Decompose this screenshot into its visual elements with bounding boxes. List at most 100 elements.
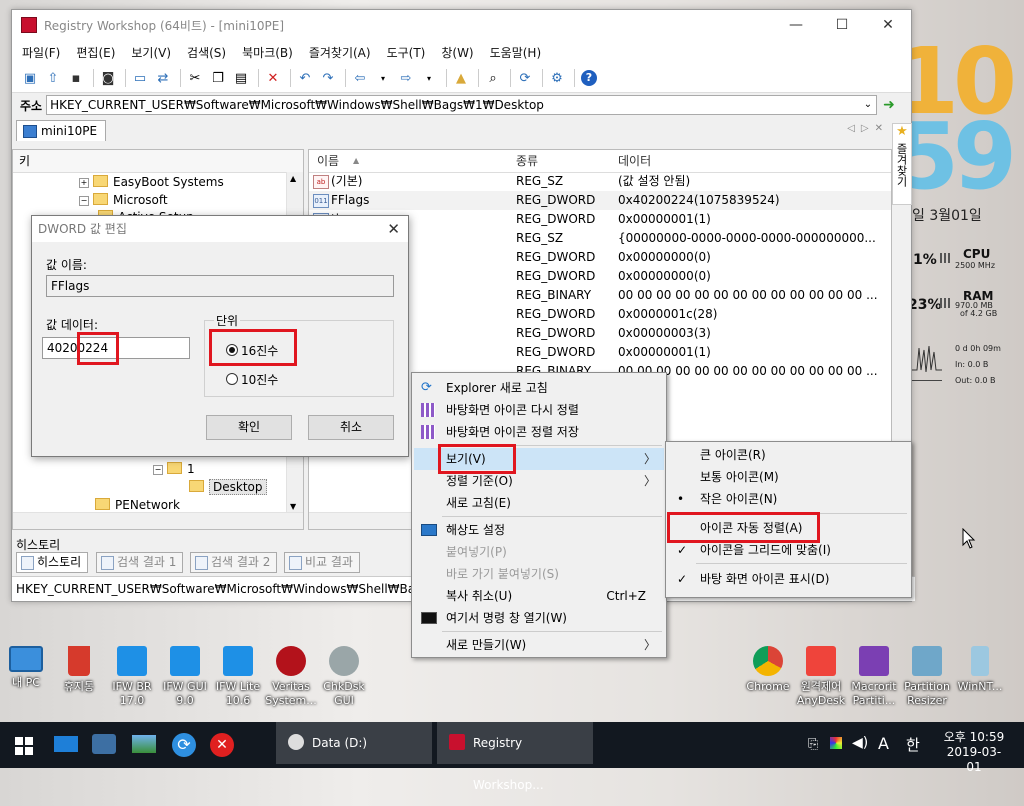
camera-icon[interactable]: ◙ [98,68,118,88]
menu-file[interactable]: 파일(F) [22,44,60,61]
volume-icon[interactable]: ◀) [852,735,868,751]
color-icon[interactable] [830,737,842,749]
menu-item-save-icon-layout[interactable]: 바탕화면 아이콘 정렬 저장 [414,421,664,443]
task-data-drive[interactable]: Data (D:) [276,722,432,764]
mouse-cursor-icon [962,527,976,553]
tree-item[interactable]: − Microsoft [79,191,168,209]
forward-dropdown-icon[interactable]: ▾ [419,68,439,88]
tab-search-result-2[interactable]: 검색 결과 2 [190,552,278,573]
up-folder-icon[interactable]: ▲ [451,68,471,88]
undo-icon[interactable]: ↶ [295,68,315,88]
menu-help[interactable]: 도움말(H) [490,44,542,61]
connect-icon[interactable]: ▣ [20,68,40,88]
menu-view[interactable]: 보기(V) [131,44,171,61]
menu-item-sort-by[interactable]: 정렬 기준(O) 〉 [414,470,664,492]
taskbar-sync-icon[interactable]: ⟳ [168,722,200,768]
taskbar-photos-icon[interactable] [128,722,160,768]
tab-history[interactable]: 히스토리 [16,552,89,573]
task-registry-workshop[interactable]: Registry Workshop... [437,722,593,792]
forward-icon[interactable]: ⇨ [396,68,416,88]
remote-icon[interactable]: ⇄ [153,68,173,88]
dialog-title[interactable]: DWORD 값 편집 [32,216,408,242]
title-bar[interactable]: Registry Workshop (64비트) - [mini10PE] — … [12,10,911,40]
favorites-sidebar[interactable]: ★ 즐겨찾기 [892,123,912,205]
import-icon[interactable]: ⇧ [43,68,63,88]
ime-mode[interactable]: A [878,734,889,753]
ok-button[interactable]: 확인 [206,415,292,440]
expand-icon[interactable]: + [79,178,89,188]
tree-item-selected[interactable]: Desktop [189,478,267,496]
scroll-down-icon[interactable]: ▼ [290,502,296,511]
menu-tools[interactable]: 도구(T) [387,44,426,61]
menu-edit[interactable]: 편집(E) [76,44,115,61]
column-name[interactable]: 이름 [317,150,339,172]
taskbar-clock[interactable]: 오후 10:59 2019-03-01 [942,730,1006,775]
tree-item[interactable]: + EasyBoot Systems [79,173,224,191]
tab-compare-result[interactable]: 비교 결과 [284,552,360,573]
copy-icon[interactable]: ❐ [208,68,228,88]
redo-icon[interactable]: ↷ [318,68,338,88]
radio-unchecked-icon[interactable] [226,373,238,385]
delete-icon[interactable]: ✕ [263,68,283,88]
help-icon[interactable]: ? [579,68,599,88]
menu-item-paste-shortcut[interactable]: 바로 가기 붙여넣기(S) [414,563,664,585]
close-button[interactable]: ✕ [865,10,911,40]
menu-item-undo-copy[interactable]: 복사 취소(U) Ctrl+Z [414,585,664,607]
value-type: REG_DWORD [516,193,596,207]
submenu-item-small-icons[interactable]: • 작은 아이콘(N) [668,488,909,510]
maximize-button[interactable]: ☐ [819,10,865,40]
menu-item-explorer-refresh[interactable]: ⟳ Explorer 새로 고침 [414,377,664,399]
submenu-item-medium-icons[interactable]: 보통 아이콘(M) [668,466,909,488]
settings-icon[interactable]: ⚙ [547,68,567,88]
save-icon[interactable]: ▪ [66,68,86,88]
go-icon[interactable]: ➜ [883,97,895,113]
dialog-close-icon[interactable]: ✕ [387,220,400,238]
submenu-item-show-desktop-icons[interactable]: ✓ 바탕 화면 아이콘 표시(D) [668,568,909,590]
tree-item[interactable]: −1 [153,460,195,478]
menu-item-reorder-icons[interactable]: 바탕화면 아이콘 다시 정렬 [414,399,664,421]
collapse-icon[interactable]: − [153,465,163,475]
minimize-button[interactable]: — [773,10,819,40]
menu-search[interactable]: 검색(S) [187,44,226,61]
paste-icon[interactable]: ▤ [231,68,251,88]
desktop-icon-winnt[interactable]: WinNT... [949,646,1011,694]
submenu-item-align-grid[interactable]: ✓ 아이콘을 그리드에 맞춤(I) [668,539,909,561]
refresh-icon[interactable]: ⟳ [515,68,535,88]
scroll-up-icon[interactable]: ▲ [290,174,296,183]
start-button[interactable] [0,722,48,768]
taskbar-desktop-icon[interactable] [50,722,82,768]
find-icon[interactable]: ⌕ [483,68,503,88]
menu-item-open-cmd[interactable]: 여기서 명령 창 열기(W) [414,607,664,629]
value-row[interactable]: 011 FFlags REG_DWORD 0x40200224(1075839524) [309,191,891,210]
chevron-down-icon[interactable]: ⌄ [864,96,872,114]
value-row[interactable]: ab (기본) REG_SZ (값 설정 안됨) [309,172,891,191]
network-icon[interactable]: ⎘ [808,737,818,752]
menu-item-new[interactable]: 새로 만들기(W) 〉 [414,634,664,656]
tab-mini10pe[interactable]: mini10PE [16,120,107,141]
menu-item-resolution[interactable]: 해상도 설정 [414,519,664,541]
submenu-item-large-icons[interactable]: 큰 아이콘(R) [668,444,909,466]
cut-icon[interactable]: ✂ [185,68,205,88]
computer-icon[interactable]: ▭ [130,68,150,88]
column-data[interactable]: 데이터 [618,150,651,172]
tab-search-result-1[interactable]: 검색 결과 1 [96,552,184,573]
cancel-button[interactable]: 취소 [308,415,394,440]
menu-favorites[interactable]: 즐겨찾기(A) [309,44,371,61]
menu-bookmark[interactable]: 북마크(B) [242,44,293,61]
taskbar-close-app-icon[interactable]: ✕ [206,722,238,768]
menu-window[interactable]: 창(W) [441,44,473,61]
dec-radio[interactable]: 10진수 [226,371,278,388]
language-indicator[interactable]: 한 [906,734,920,755]
desktop-icon-chkdsk[interactable]: ChkDsk GUI [313,646,375,708]
taskbar-explorer-icon[interactable] [88,722,120,768]
taskbar: ⟳ ✕ Data (D:) Registry Workshop... ⎘ ◀) … [0,722,1024,792]
tab-nav[interactable]: ◁▷✕ [847,123,889,134]
back-icon[interactable]: ⇦ [350,68,370,88]
back-dropdown-icon[interactable]: ▾ [373,68,393,88]
menu-item-paste[interactable]: 붙여넣기(P) [414,541,664,563]
menu-item-refresh[interactable]: 새로 고침(E) [414,492,664,514]
collapse-icon[interactable]: − [79,196,89,206]
address-input[interactable]: HKEY_CURRENT_USER₩Software₩Microsoft₩Win… [46,95,878,115]
column-type[interactable]: 종류 [516,150,538,172]
tree-horizontal-scrollbar[interactable] [13,512,303,529]
